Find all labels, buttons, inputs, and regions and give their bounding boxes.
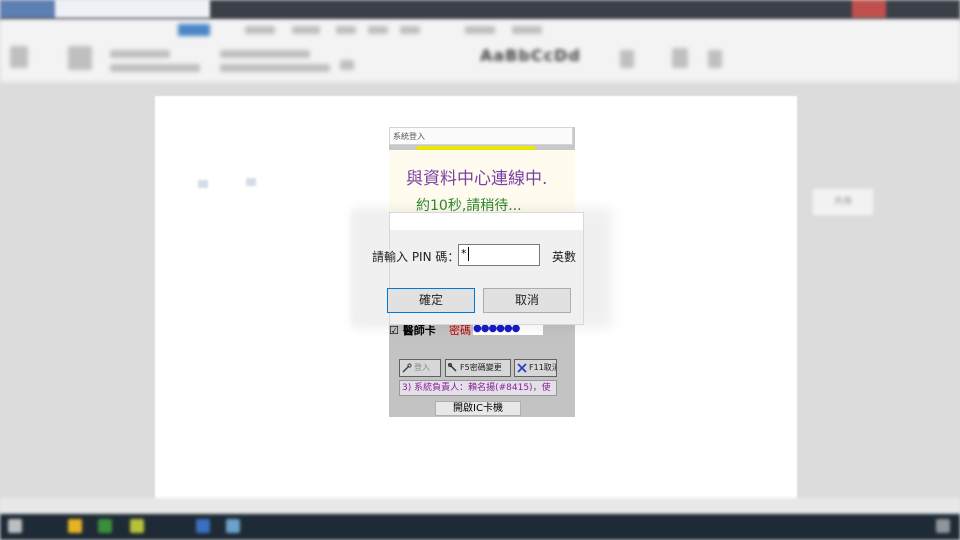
cancel-dialog-button[interactable]: 取消 [483, 288, 571, 313]
side-share-button[interactable]: 共用 [812, 188, 874, 216]
close-window-button[interactable] [852, 0, 886, 18]
browser-tab[interactable] [55, 0, 210, 18]
taskbar-app-icon[interactable] [130, 519, 144, 533]
clipboard-icon[interactable] [68, 46, 92, 70]
connection-banner: 與資料中心連線中. 約10秒,請稍待... [389, 150, 575, 214]
cancel-button-label: F11取消 [529, 363, 557, 372]
word-ribbon: AaBbCcDd [0, 20, 960, 82]
open-ic-reader-button[interactable]: 開啟IC卡機 [435, 401, 521, 416]
change-password-button[interactable]: F5密碼變更 [445, 359, 511, 377]
key-icon [402, 362, 412, 373]
styles-gallery[interactable]: AaBbCcDd [480, 46, 581, 65]
browser-title-bar [0, 0, 960, 20]
find-icon[interactable] [620, 50, 634, 68]
pin-dialog: 請輸入 PIN 碼： * 英數 確定 取消 [372, 212, 584, 325]
ok-button[interactable]: 確定 [387, 288, 475, 313]
ribbon-tab[interactable] [245, 26, 275, 34]
browser-tab-active[interactable] [0, 0, 55, 18]
dialog-blurred-edge [352, 212, 389, 325]
change-password-label: F5密碼變更 [460, 363, 502, 372]
notification-icon[interactable] [936, 519, 950, 533]
pin-label: 請輸入 PIN 碼： [372, 250, 460, 264]
ribbon-tab-row [0, 24, 960, 38]
page-marker-icon [246, 178, 256, 186]
taskbar-word-icon[interactable] [196, 519, 210, 533]
ribbon-tab[interactable] [368, 26, 388, 34]
editor-icon[interactable] [708, 50, 722, 68]
paragraph-row[interactable] [220, 64, 330, 72]
status-bar [0, 498, 960, 514]
ribbon-tab[interactable] [400, 26, 420, 34]
ribbon-tab[interactable] [336, 26, 356, 34]
login-window-title: 系統登入 [389, 127, 573, 145]
close-icon [517, 362, 527, 373]
pin-input-mode: 英數 [552, 250, 577, 264]
taskbar-folder-icon[interactable] [68, 519, 82, 533]
page-marker-icon [198, 180, 208, 188]
cancel-button[interactable]: F11取消 [514, 359, 557, 377]
login-form: ☑ 醫師卡 密碼 ●●●●●● 登入 F5密碼變更 F11取消 3) 系統負責人… [389, 322, 575, 417]
key-icon [447, 362, 458, 373]
taskbar-app-icon[interactable] [226, 519, 240, 533]
ribbon-tab-selected[interactable] [178, 24, 210, 36]
pin-dialog-titlebar [390, 213, 583, 230]
start-icon[interactable] [8, 519, 22, 533]
login-button-label: 登入 [414, 363, 430, 372]
paste-icon[interactable] [10, 46, 28, 68]
system-owner-info: 3) 系統負責人：賴名揚(#8415)，使 [399, 380, 557, 396]
paragraph-row[interactable] [220, 50, 310, 58]
taskbar [0, 514, 960, 540]
font-format-row[interactable] [110, 64, 200, 72]
pin-input[interactable]: * [458, 244, 540, 266]
font-box[interactable] [110, 50, 170, 58]
ribbon-tab[interactable] [512, 26, 542, 34]
ribbon-tab[interactable] [292, 26, 320, 34]
dictate-icon[interactable] [672, 48, 688, 68]
connecting-message: 與資料中心連線中. [406, 169, 548, 189]
shading-icon[interactable] [340, 60, 354, 70]
ribbon-tab[interactable] [465, 26, 495, 34]
login-button[interactable]: 登入 [399, 359, 441, 377]
taskbar-app-icon[interactable] [98, 519, 112, 533]
